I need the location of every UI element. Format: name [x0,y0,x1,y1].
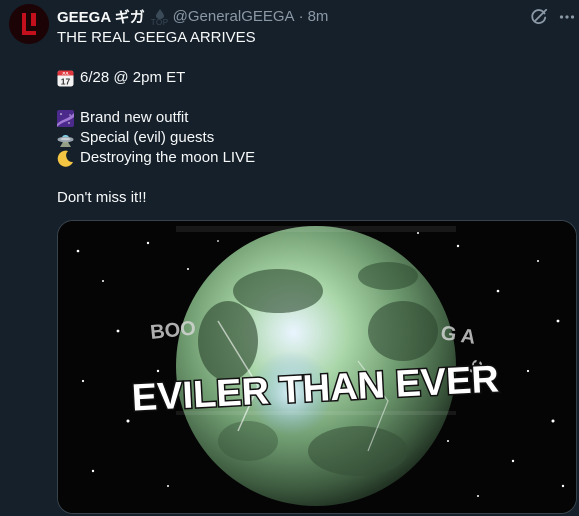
timestamp[interactable]: 8m [308,8,329,25]
bullet-moon: Destroying the moon LIVE [57,148,567,168]
separator-dot: · [298,7,304,25]
tweet-header: GEEGA ギガ TOP @GeneralGEEGA · 8m [57,6,329,27]
bullet-text: Special (evil) guests [80,129,215,146]
bullet-text: Destroying the moon LIVE [80,149,256,166]
badge-label: TOP [150,18,169,27]
calendar-day: 17 [61,76,71,86]
moon-banner-image: BOO G A Ic EVILER THAN EVER [58,221,576,513]
display-name[interactable]: GEEGA ギガ [57,6,145,27]
tweet-text: THE REAL GEEGA ARRIVES JUL 17 6/28 @ 2pm… [57,28,567,208]
headline: THE REAL GEEGA ARRIVES [57,29,256,46]
calendar-icon: JUL 17 [57,70,74,86]
bullet-text: Brand new outfit [80,109,189,126]
date-line: JUL 17 6/28 @ 2pm ET [57,68,567,88]
bullet-outfit: Brand new outfit [57,108,567,128]
media-image[interactable]: BOO G A Ic EVILER THAN EVER [57,220,577,514]
more-dots-icon [559,15,575,19]
geega-logo [9,4,49,44]
avatar[interactable] [9,4,49,44]
closing-text: Don't miss it!! [57,189,147,206]
date-text: 6/28 @ 2pm ET [80,69,186,86]
flying-saucer-icon [57,134,74,147]
bullet-guests: Special (evil) guests [57,128,567,148]
verified-badge[interactable]: TOP [151,9,169,27]
more-options-button[interactable] [556,6,578,28]
grok-button[interactable] [528,6,550,28]
tweet-card[interactable]: GEEGA ギガ TOP @GeneralGEEGA · 8m THE REAL… [0,0,579,516]
crescent-moon-icon [57,150,73,167]
closing-line: Don't miss it!! [57,188,567,208]
calendar-month: JUL [62,70,70,75]
grok-icon [531,8,548,24]
milky-way-icon [57,109,74,127]
headline-line: THE REAL GEEGA ARRIVES [57,28,567,48]
handle[interactable]: @GeneralGEEGA [173,8,295,25]
